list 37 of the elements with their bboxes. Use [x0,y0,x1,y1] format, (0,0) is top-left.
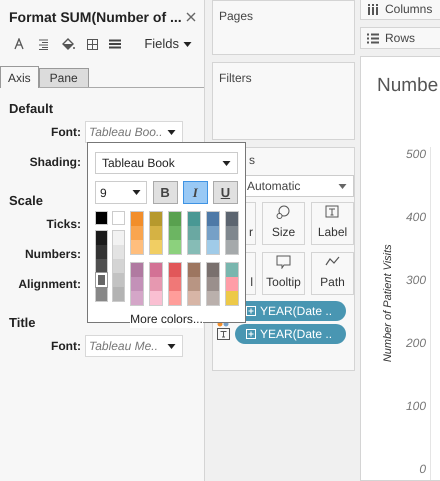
shelf-title: Columns [385,1,432,18]
mark-path-button[interactable]: Path [311,252,354,295]
axis-tick-label: 200 [406,335,426,352]
font-dropdown[interactable]: Tableau Me.. [85,335,183,357]
size-dropdown[interactable]: 9 [95,181,147,204]
shelf-title: s [249,152,255,169]
fields-dropdown[interactable]: Fields [144,34,192,54]
field-label: Shading: [30,154,81,171]
mark-size-button[interactable]: Size [262,202,305,245]
axis-tick-label: 400 [406,209,426,226]
axis-title: Number of Patient Visits [380,243,395,364]
section-heading: Title [9,315,36,330]
section-heading: Default [9,101,54,116]
field-label: Font: [51,338,81,355]
field-label: Alignment: [18,276,81,293]
section-heading: Scale [9,193,43,208]
axis-tick-label: 100 [406,398,426,415]
shelf-title: Rows [385,30,416,47]
tab[interactable]: Axis [0,66,39,88]
mark-tooltip-button[interactable]: Tooltip [262,252,305,295]
shelf-title: Filters [219,71,252,85]
field-label: Font: [51,124,81,141]
font-dropdown[interactable]: Tableau Boo.. [85,121,183,143]
shelf-title: Pages [219,9,254,23]
tab[interactable]: Pane [38,68,89,87]
mark-label-button[interactable]: Label [311,202,354,245]
text-style-button[interactable]: B [152,181,178,204]
pane-title: Format SUM(Number of ... [9,8,182,27]
axis-tick-label: 0 [419,461,426,478]
field-label: Numbers: [24,246,81,263]
field-label: Ticks: [46,216,81,233]
axis-tick-label: 500 [406,146,426,163]
font-dropdown[interactable]: Tableau Book [95,152,238,174]
chart-title: Numbe [377,74,438,98]
text-style-button[interactable]: I [182,181,208,204]
axis-tick-label: 300 [406,272,426,289]
text-style-button[interactable]: U [212,181,238,204]
